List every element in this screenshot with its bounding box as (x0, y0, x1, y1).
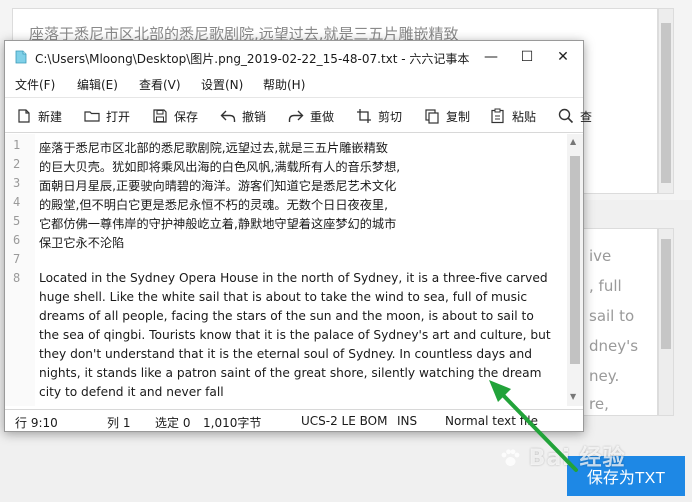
background-preview-line: ney. (589, 367, 620, 385)
menu-edit[interactable]: 编辑(E) (77, 76, 118, 93)
folder-icon (84, 111, 100, 122)
scroll-thumb[interactable] (570, 156, 580, 364)
menu-view[interactable]: 查看(V) (139, 76, 181, 93)
background-preview-line: sail to (589, 307, 635, 325)
find-button[interactable]: 查 (557, 105, 592, 127)
scroll-up-arrow-icon[interactable]: ▲ (570, 137, 576, 146)
scroll-thumb[interactable] (661, 239, 671, 349)
editor-line: 的巨大贝壳。犹如即将乘风出海的白色风帆,满载所有人的音乐梦想, (39, 160, 401, 174)
status-column: 列 1 (107, 416, 131, 430)
background-scrollbar-bottom[interactable] (658, 228, 674, 416)
notepad-app-icon (15, 50, 27, 64)
line-number: 6 (13, 233, 21, 247)
editor-line: Located in the Sydney Opera House in the… (39, 271, 548, 285)
redo-icon (288, 110, 304, 122)
new-file-icon (18, 109, 30, 123)
status-selection: 选定 0 (155, 416, 191, 430)
line-number: 8 (13, 271, 21, 285)
editor-line: 的殿堂,但不明白它更是悉尼永恒不朽的灵魂。无数个日日夜夜里, (39, 198, 388, 212)
editor-line: the sea of qingbi. Tourists know that it… (39, 328, 551, 342)
line-number: 2 (13, 157, 21, 171)
paste-label: 粘贴 (512, 109, 537, 124)
save-disk-icon (153, 109, 167, 123)
line-number: 7 (13, 252, 21, 266)
redo-label: 重做 (310, 109, 335, 124)
toolbar: 新建 打开 保存 撤销 重做 剪切 复制 粘贴 查 (5, 97, 592, 133)
scroll-down-arrow-icon[interactable]: ▼ (570, 392, 576, 401)
line-number: 1 (13, 138, 21, 152)
copy-label: 复制 (446, 109, 471, 124)
undo-label: 撤销 (242, 109, 267, 124)
save-label: 保存 (174, 109, 199, 124)
status-bar: 行 9:10 列 1 选定 0 1,010字节 UCS-2 LE BOM INS… (5, 409, 583, 431)
menu-help[interactable]: 帮助(H) (263, 76, 305, 93)
menu-file[interactable]: 文件(F) (15, 76, 55, 93)
cut-label: 剪切 (378, 109, 403, 124)
crop-cut-icon (357, 109, 371, 123)
status-size: 1,010字节 (203, 416, 262, 430)
search-icon (558, 108, 574, 124)
copy-icon (425, 109, 439, 124)
line-number-gutter: 1 2 3 4 5 6 7 8 (5, 134, 35, 406)
line-number: 3 (13, 176, 21, 190)
cut-button[interactable]: 剪切 (355, 105, 402, 127)
line-number: 5 (13, 214, 21, 228)
status-line: 行 9:10 (15, 416, 58, 430)
line-number: 4 (13, 195, 21, 209)
notepad-window[interactable]: C:\Users\Mloong\Desktop\图片.png_2019-02-2… (4, 40, 592, 432)
close-button[interactable]: ✕ (545, 41, 581, 73)
new-button[interactable]: 新建 (15, 105, 62, 127)
editor-line: 保卫它永不沦陷 (39, 236, 125, 250)
editor-line: city to defend it and never fall (39, 385, 224, 399)
window-title: C:\Users\Mloong\Desktop\图片.png_2019-02-2… (35, 52, 470, 66)
paste-icon (491, 108, 504, 124)
paw-logo-icon (501, 449, 520, 466)
watermark: Bai 经验 (500, 440, 626, 472)
vertical-scrollbar[interactable]: ▲ ▼ (567, 134, 583, 406)
editor-line: they don't understand that it is the ete… (39, 347, 532, 361)
menu-settings[interactable]: 设置(N) (201, 76, 243, 93)
background-preview-line: , full (589, 277, 622, 295)
background-scrollbar-top[interactable] (658, 8, 674, 194)
background-preview-pane[interactable]: ive , full sail to dney's ney. re, (580, 228, 658, 416)
find-label: 查 (580, 109, 593, 124)
copy-button[interactable]: 复制 (423, 105, 470, 127)
editor-line: 座落于悉尼市区北部的悉尼歌剧院,远望过去,就是三五片雕嵌精致 (39, 141, 388, 155)
open-button[interactable]: 打开 (83, 105, 130, 127)
minimize-button[interactable]: — (473, 41, 509, 73)
paste-button[interactable]: 粘贴 (489, 105, 536, 127)
status-file-type: Normal text file (445, 414, 539, 428)
watermark-text: Bai 经验 (528, 446, 626, 471)
text-editor[interactable]: 1 2 3 4 5 6 7 8 座落于悉尼市区北部的悉尼歌剧院,远望过去,就是三… (5, 134, 583, 406)
status-mode: INS (397, 414, 418, 428)
save-button[interactable]: 保存 (151, 105, 198, 127)
undo-icon (220, 110, 236, 122)
background-preview-line: ive (589, 247, 612, 265)
editor-line: 它都仿佛一尊伟岸的守护神般屹立着,静默地守望着这座梦幻的城市 (39, 217, 397, 231)
status-encoding: UCS-2 LE BOM (301, 414, 388, 428)
menu-bar: 文件(F) 编辑(E) 查看(V) 设置(N) 帮助(H) (5, 73, 583, 95)
background-preview-line: re, (589, 395, 609, 413)
redo-button[interactable]: 重做 (287, 105, 334, 127)
editor-line: nights, it stands like a patron saint of… (39, 366, 542, 380)
background-preview-line: dney's (589, 337, 639, 355)
scroll-thumb[interactable] (661, 23, 671, 183)
title-bar[interactable]: C:\Users\Mloong\Desktop\图片.png_2019-02-2… (5, 41, 583, 73)
editor-line: dreams of all people, facing the stars o… (39, 309, 534, 323)
editor-line: 面朝日月星辰,正要驶向晴碧的海洋。游客们知道它是悉尼艺术文化 (39, 179, 397, 193)
maximize-button[interactable]: ☐ (509, 41, 545, 73)
open-label: 打开 (106, 109, 131, 124)
editor-line: huge shell. Like the white sail that is … (39, 290, 528, 304)
new-label: 新建 (38, 109, 63, 124)
undo-button[interactable]: 撤销 (219, 105, 266, 127)
